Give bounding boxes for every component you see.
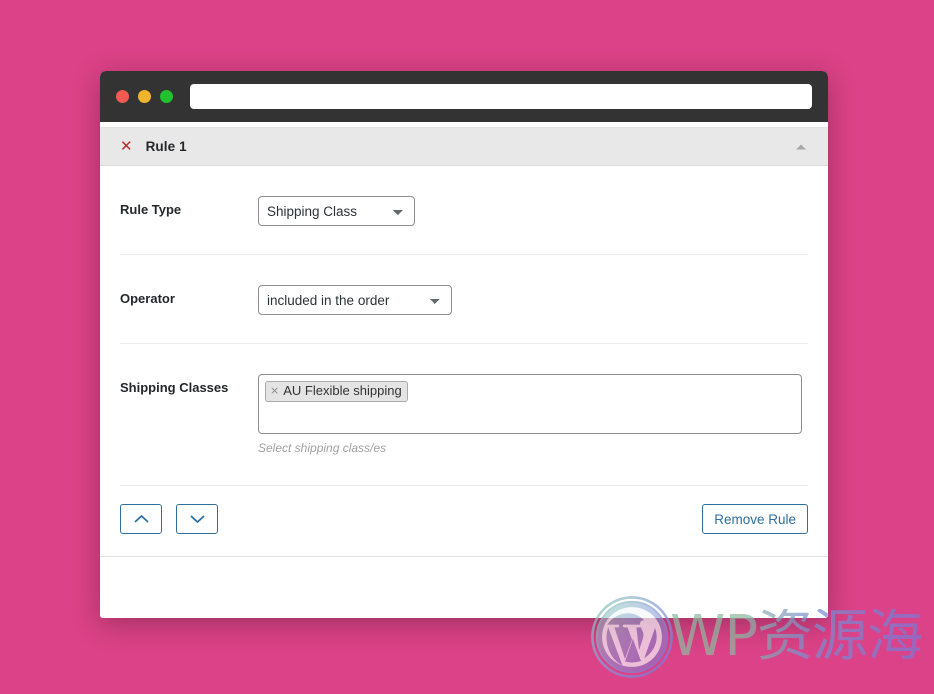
field-row-operator: Operator included in the ordernot includ… xyxy=(120,255,808,344)
chevron-down-icon xyxy=(190,515,204,523)
traffic-lights xyxy=(116,90,173,103)
shipping-classes-label: Shipping Classes xyxy=(120,380,229,395)
shipping-classes-token-input[interactable]: × AU Flexible shipping xyxy=(258,374,802,434)
field-row-shipping-classes: Shipping Classes × AU Flexible shipping … xyxy=(120,344,808,486)
close-icon[interactable]: ✕ xyxy=(120,139,133,154)
caret-up-icon[interactable] xyxy=(796,144,806,149)
chevron-up-icon xyxy=(134,515,148,523)
move-rule-down-button[interactable] xyxy=(176,504,218,534)
rule-body: Rule Type Shipping ClassProductProduct C… xyxy=(100,166,828,556)
rule-type-select[interactable]: Shipping ClassProductProduct CategoryPro… xyxy=(258,196,415,226)
rule-header[interactable]: ✕ Rule 1 xyxy=(100,128,828,166)
rule-footer: Remove Rule xyxy=(120,486,808,556)
browser-window: ✕ Rule 1 Rule Type Shipping ClassProduct… xyxy=(100,71,828,618)
token-shipping-class[interactable]: × AU Flexible shipping xyxy=(265,381,408,402)
rule-title: Rule 1 xyxy=(145,139,187,154)
shipping-classes-help-text: Select shipping class/es xyxy=(258,441,387,455)
browser-titlebar xyxy=(100,71,828,122)
rule-card: ✕ Rule 1 Rule Type Shipping ClassProduct… xyxy=(100,127,828,557)
zoom-window-button[interactable] xyxy=(160,90,173,103)
remove-rule-button[interactable]: Remove Rule xyxy=(702,504,808,534)
page-viewport: ✕ Rule 1 Rule Type Shipping ClassProduct… xyxy=(100,122,828,618)
field-row-rule-type: Rule Type Shipping ClassProductProduct C… xyxy=(120,166,808,255)
minimize-window-button[interactable] xyxy=(138,90,151,103)
move-rule-up-button[interactable] xyxy=(120,504,162,534)
close-window-button[interactable] xyxy=(116,90,129,103)
token-label: AU Flexible shipping xyxy=(283,383,402,398)
operator-select[interactable]: included in the ordernot included in the… xyxy=(258,285,452,315)
reorder-buttons xyxy=(120,504,218,534)
remove-token-icon[interactable]: × xyxy=(270,383,279,399)
operator-control: included in the ordernot included in the… xyxy=(258,285,808,315)
operator-label: Operator xyxy=(120,291,175,306)
shipping-classes-control: × AU Flexible shipping Select shipping c… xyxy=(258,374,808,455)
rule-type-label: Rule Type xyxy=(120,202,182,217)
address-bar-input[interactable] xyxy=(190,84,812,109)
rule-type-control: Shipping ClassProductProduct CategoryPro… xyxy=(258,196,808,226)
